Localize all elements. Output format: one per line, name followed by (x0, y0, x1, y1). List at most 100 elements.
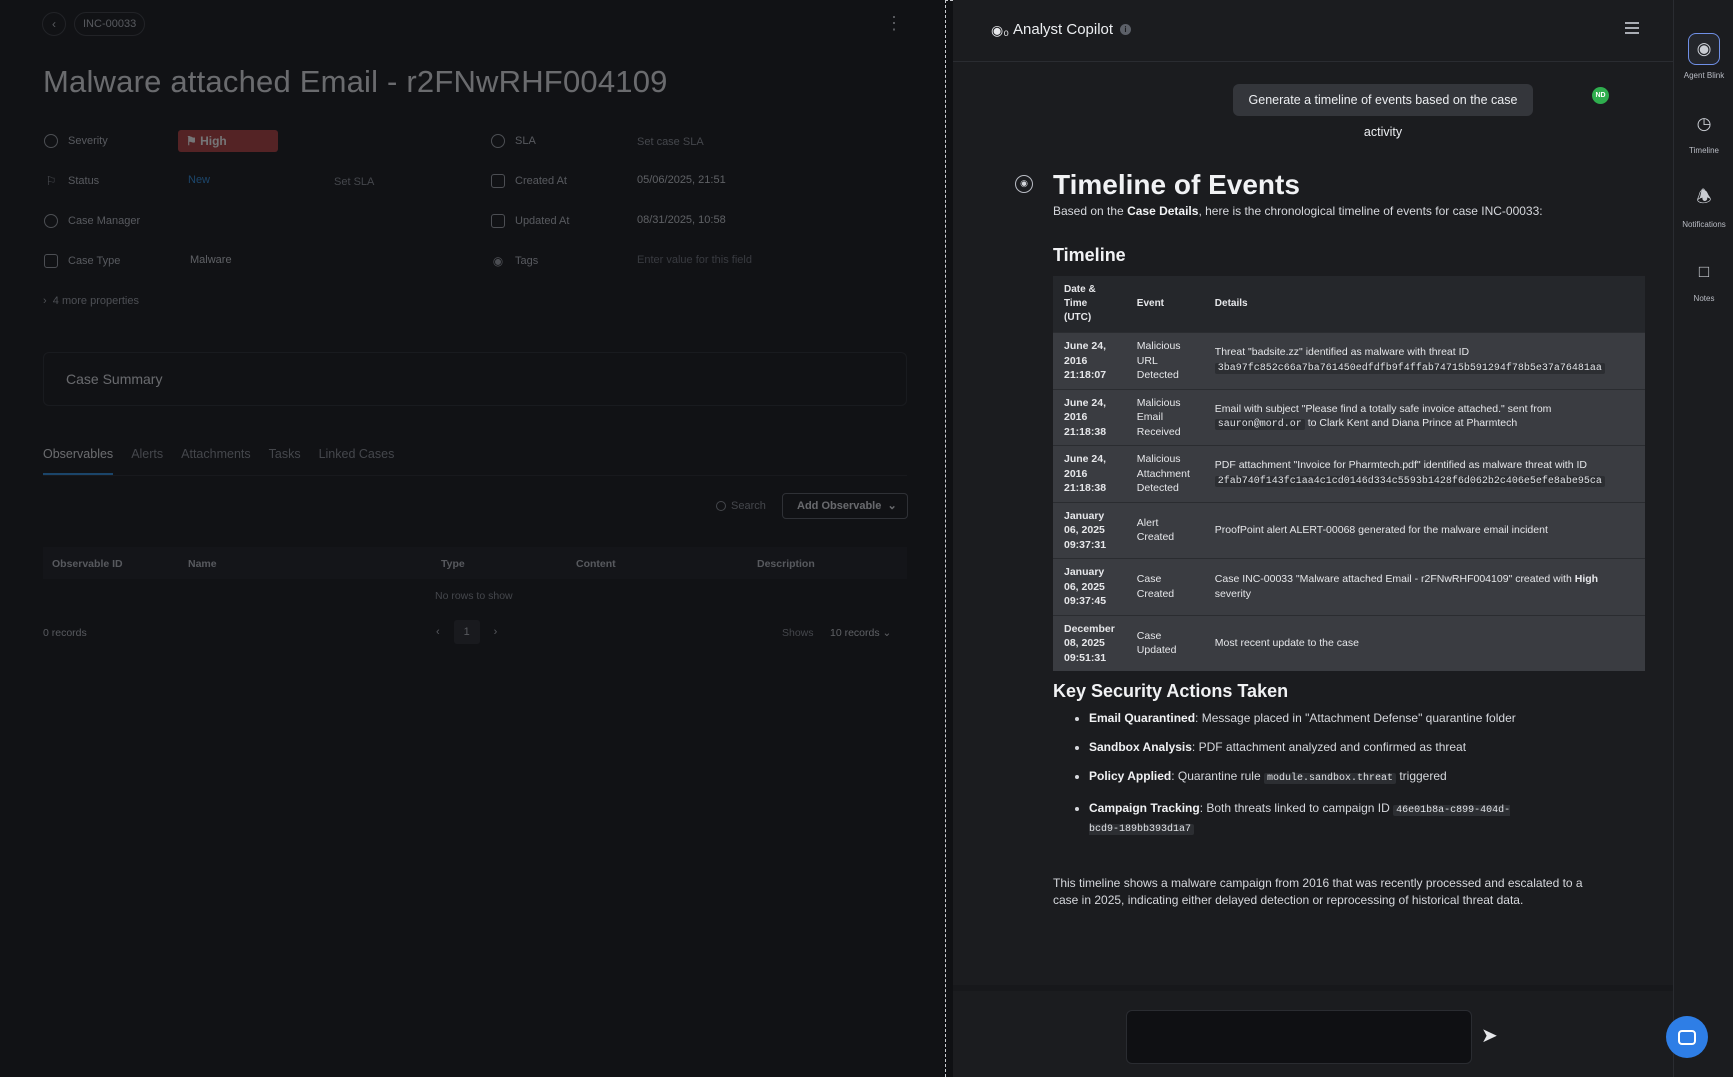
case-type-value[interactable]: Malware (190, 254, 232, 266)
details-text-end: to Clark Kent and Diana Prince at Pharmt… (1304, 417, 1518, 430)
more-options-icon[interactable]: ⋮ (885, 14, 903, 32)
row-date: June 24, 2016 21:18:07 (1053, 332, 1126, 389)
col-content[interactable]: Content (576, 558, 616, 570)
answer-conclusion: This timeline shows a malware campaign f… (1053, 876, 1583, 907)
pane-divider[interactable] (945, 0, 946, 1077)
per-page-select[interactable]: 10 records ⌄ (830, 627, 891, 639)
updated-at-label: Updated At (515, 215, 570, 227)
copilot-menu-icon[interactable] (1625, 22, 1639, 34)
table-row: June 24, 2016 21:18:07 Malicious URL Det… (1053, 332, 1645, 389)
rail-item-timeline[interactable]: ◷ Timeline (1674, 108, 1733, 155)
answer-intro: Based on the Case Details, here is the c… (1053, 204, 1653, 218)
action-text-end: triggered (1396, 769, 1447, 783)
sender-code: sauron@mord.or (1214, 419, 1305, 431)
tab-attachments[interactable]: Attachments (181, 447, 250, 461)
action-title: Sandbox Analysis (1089, 740, 1192, 754)
rail-label: Notifications (1682, 220, 1726, 229)
row-date: January 06, 2025 09:37:31 (1053, 501, 1126, 559)
user-avatar: ND (1592, 87, 1609, 104)
details-text: Case INC-00033 "Malware attached Email -… (1214, 573, 1575, 586)
calendar-icon (491, 214, 505, 228)
col-observable-id[interactable]: Observable ID (52, 558, 123, 570)
status-property: ⚐ Status (44, 174, 100, 188)
app-root: ‹ INC-00033 ⋮ Malware attached Email - r… (0, 0, 1733, 1077)
pagination: ‹ 1 › (436, 620, 497, 644)
details-text: Threat "badsite.zz" identified as malwar… (1214, 346, 1470, 359)
observable-search[interactable]: Search (716, 500, 766, 512)
case-id-breadcrumb[interactable]: INC-00033 (74, 12, 146, 36)
composer-divider (953, 985, 1673, 991)
search-label: Search (731, 500, 766, 512)
tag-icon: ◉ (492, 254, 504, 268)
created-at-label: Created At (515, 175, 567, 187)
table-row: January 06, 2025 09:37:31 Alert Created … (1053, 501, 1645, 559)
threat-id-code: 3ba97fc852c66a7ba761450edfdfb9f4ffab7471… (1214, 362, 1605, 374)
prev-page-icon[interactable]: ‹ (436, 626, 440, 638)
rail-label: Agent Blink (1683, 71, 1725, 80)
table-row: June 24, 2016 21:18:38 Malicious Email R… (1053, 388, 1645, 446)
more-properties-toggle[interactable]: › 4 more properties (43, 295, 139, 307)
severity-badge[interactable]: ⚑ High (178, 130, 278, 152)
details-bold: High (1574, 573, 1599, 586)
more-properties-label: 4 more properties (52, 295, 139, 307)
bell-icon: 🕭 (1696, 186, 1712, 206)
rail-item-notifications[interactable]: 🕭 Notifications (1674, 182, 1733, 230)
rail-label: Timeline (1689, 146, 1719, 155)
clock-icon: ◷ (1696, 114, 1712, 133)
tags-property: ◉ Tags (491, 254, 539, 268)
status-set-sla[interactable]: Set SLA (334, 176, 374, 188)
tab-observables[interactable]: Observables (43, 447, 113, 461)
next-page-icon[interactable]: › (494, 626, 498, 638)
col-type[interactable]: Type (441, 558, 465, 570)
row-event: Malicious Email Received (1125, 388, 1204, 446)
timeline-table: Date & Time (UTC) Event Details June 24,… (1053, 276, 1645, 671)
rail-item-agent-blink[interactable]: ◉ Agent Blink (1674, 33, 1733, 80)
back-button[interactable]: ‹ (42, 12, 66, 36)
created-at-property: Created At (491, 174, 567, 188)
calendar-icon (491, 174, 505, 188)
tags-input[interactable]: Enter value for this field (637, 254, 752, 266)
tabs-divider (43, 475, 907, 476)
list-item: Policy Applied: Quarantine rule module.s… (1089, 768, 1529, 787)
info-icon[interactable]: i (1120, 24, 1131, 35)
per-page-value: 10 records (830, 627, 880, 639)
copilot-title: Analyst Copilot (1013, 21, 1114, 38)
row-details: PDF attachment "Invoice for Pharmtech.pd… (1203, 445, 1645, 502)
col-description[interactable]: Description (757, 558, 815, 570)
copilot-avatar-icon: ◉ (1015, 175, 1033, 193)
case-summary-card[interactable]: Case Summary (43, 352, 907, 406)
action-title: Campaign Tracking (1089, 801, 1200, 815)
list-item: Sandbox Analysis: PDF attachment analyze… (1089, 739, 1529, 755)
status-value[interactable]: New (188, 174, 210, 186)
updated-at-value: 08/31/2025, 10:58 (637, 214, 726, 226)
tab-alerts[interactable]: Alerts (131, 447, 163, 461)
status-label: Status (68, 175, 100, 187)
tab-linked-cases[interactable]: Linked Cases (319, 447, 395, 461)
copilot-answer: Timeline of Events Based on the Case Det… (1053, 168, 1653, 908)
intro-bold: Case Details (1127, 204, 1199, 218)
col-name[interactable]: Name (188, 558, 217, 570)
rail-item-notes[interactable]: □ Notes (1674, 256, 1733, 303)
action-text: : Both threats linked to campaign ID (1199, 801, 1394, 815)
action-title: Policy Applied (1089, 769, 1172, 783)
case-manager-label: Case Manager (68, 215, 141, 227)
chevron-down-icon: ⌄ (887, 500, 897, 512)
send-icon[interactable]: ➤ (1481, 1025, 1503, 1047)
case-type-label: Case Type (68, 255, 121, 267)
message-input[interactable] (1126, 1010, 1472, 1064)
action-text: : Message placed in "Attachment Defense"… (1195, 711, 1516, 725)
timeline-table-header: Date & Time (UTC) Event Details (1053, 276, 1645, 333)
chat-support-button[interactable] (1666, 1016, 1708, 1058)
answer-heading: Timeline of Events (1053, 169, 1300, 200)
tab-tasks[interactable]: Tasks (269, 447, 301, 461)
sla-value[interactable]: Set case SLA (637, 136, 704, 148)
page-number[interactable]: 1 (453, 620, 480, 644)
row-event: Malicious URL Detected (1125, 332, 1204, 389)
tags-label: Tags (515, 255, 539, 267)
actions-list: Email Quarantined: Message placed in "At… (1089, 710, 1653, 838)
action-text: : PDF attachment analyzed and confirmed … (1191, 740, 1467, 754)
row-details: Case INC-00033 "Malware attached Email -… (1203, 558, 1645, 615)
case-detail-pane: ‹ INC-00033 ⋮ Malware attached Email - r… (0, 0, 943, 1077)
add-observable-button[interactable]: Add Observable ⌄ (782, 493, 908, 519)
created-at-value: 05/06/2025, 21:51 (637, 174, 726, 186)
